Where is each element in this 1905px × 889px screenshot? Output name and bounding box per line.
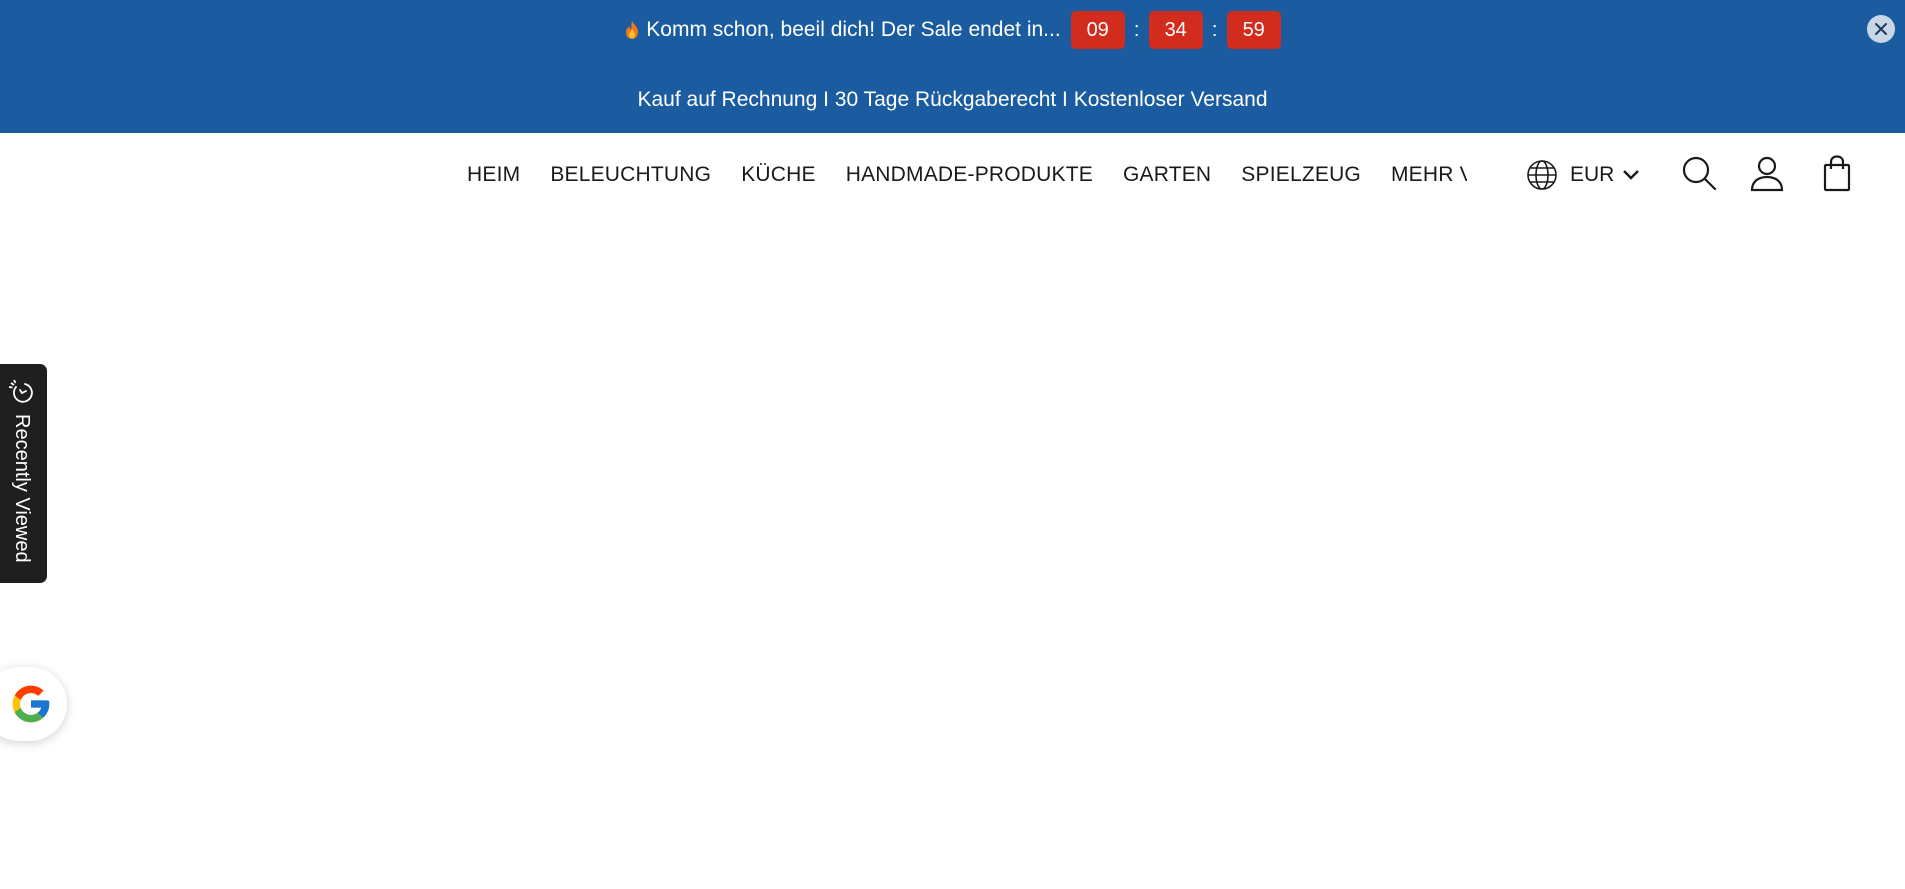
page: Komm schon, beeil dich! Der Sale endet i… [0, 0, 1905, 889]
recently-viewed-label: Recently Viewed [11, 414, 33, 563]
sale-countdown-text: Komm schon, beeil dich! Der Sale endet i… [646, 18, 1061, 41]
search-icon[interactable] [1680, 154, 1718, 192]
site-header: HEIM BELEUCHTUNG KÜCHE HANDMADE-PRODUKTE… [0, 133, 1905, 213]
google-reviews-badge[interactable] [0, 667, 67, 741]
close-announcement-button[interactable] [1867, 15, 1895, 43]
google-icon [12, 685, 50, 723]
nav-item-garten[interactable]: GARTEN [1123, 163, 1211, 187]
currency-label: EUR [1570, 163, 1615, 186]
nav-item-spielzeug[interactable]: SPIELZEUG [1241, 163, 1361, 187]
shipping-info: Kauf auf Rechnung I 30 Tage Rückgaberech… [0, 80, 1905, 120]
shipping-info-text: Kauf auf Rechnung I 30 Tage Rückgaberech… [637, 88, 1268, 111]
nav-item-kueche[interactable]: KÜCHE [741, 163, 816, 187]
currency-selector[interactable]: EUR [1526, 155, 1640, 195]
close-icon [1875, 23, 1887, 35]
cart-icon[interactable] [1818, 154, 1856, 192]
main-nav: HEIM BELEUCHTUNG KÜCHE HANDMADE-PRODUKTE… [467, 157, 1467, 193]
countdown-separator: : [1211, 18, 1218, 41]
nav-item-heim[interactable]: HEIM [467, 163, 520, 187]
account-icon[interactable] [1748, 154, 1786, 192]
countdown-hours: 09 [1070, 11, 1125, 49]
announcement-bar: Komm schon, beeil dich! Der Sale endet i… [0, 0, 1905, 133]
globe-icon [1527, 160, 1557, 190]
recently-viewed-icon [8, 379, 33, 403]
countdown-seconds: 59 [1226, 11, 1281, 49]
chevron-down-icon [1623, 170, 1640, 180]
flame-icon [626, 21, 639, 39]
countdown-minutes: 34 [1148, 11, 1203, 49]
nav-item-beleuchtung[interactable]: BELEUCHTUNG [550, 163, 711, 187]
nav-item-handmade-produkte[interactable]: HANDMADE-PRODUKTE [846, 163, 1093, 187]
nav-item-mehr[interactable]: MEHR V [1391, 163, 1467, 187]
countdown-row: Komm schon, beeil dich! Der Sale endet i… [0, 10, 1905, 50]
countdown-separator: : [1133, 18, 1140, 41]
recently-viewed-tab[interactable]: Recently Viewed [0, 364, 47, 583]
